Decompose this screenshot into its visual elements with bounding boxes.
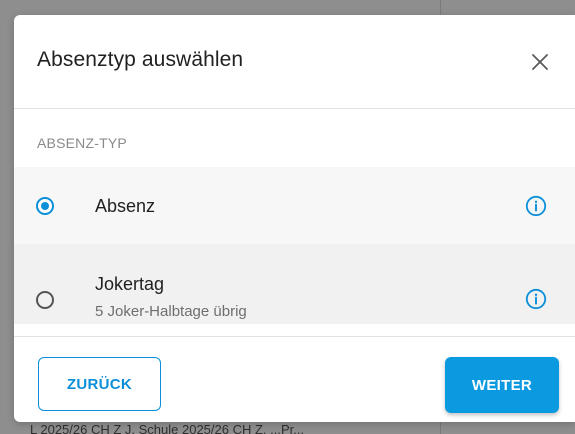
section-label: ABSENZ-TYP (37, 135, 127, 151)
info-icon[interactable] (525, 195, 547, 217)
radio-jokertag[interactable] (36, 291, 54, 309)
radio-dot-icon (41, 202, 49, 210)
option-label: Absenz (95, 196, 156, 216)
option-label: Jokertag (95, 274, 165, 294)
dialog-header: Absenztyp auswählen (14, 15, 575, 109)
dialog-title: Absenztyp auswählen (37, 48, 244, 71)
info-icon[interactable] (525, 288, 547, 310)
option-subtitle: 5 Joker-Halbtage übrig (95, 303, 247, 320)
next-button[interactable]: WEITER (445, 357, 559, 413)
footer-divider (14, 336, 575, 337)
option-jokertag[interactable]: Jokertag 5 Joker-Halbtage übrig (14, 244, 575, 324)
radio-absenz[interactable] (36, 197, 54, 215)
back-button[interactable]: ZURÜCK (38, 357, 161, 411)
option-absenz[interactable]: Absenz (14, 167, 575, 244)
absence-type-dialog: Absenztyp auswählen ABSENZ-TYP Absenz Jo… (14, 15, 575, 422)
background-text: L 2025/26 CH Z J, Schule 2025/26 CH Z, .… (30, 422, 305, 434)
close-icon[interactable] (528, 50, 552, 74)
